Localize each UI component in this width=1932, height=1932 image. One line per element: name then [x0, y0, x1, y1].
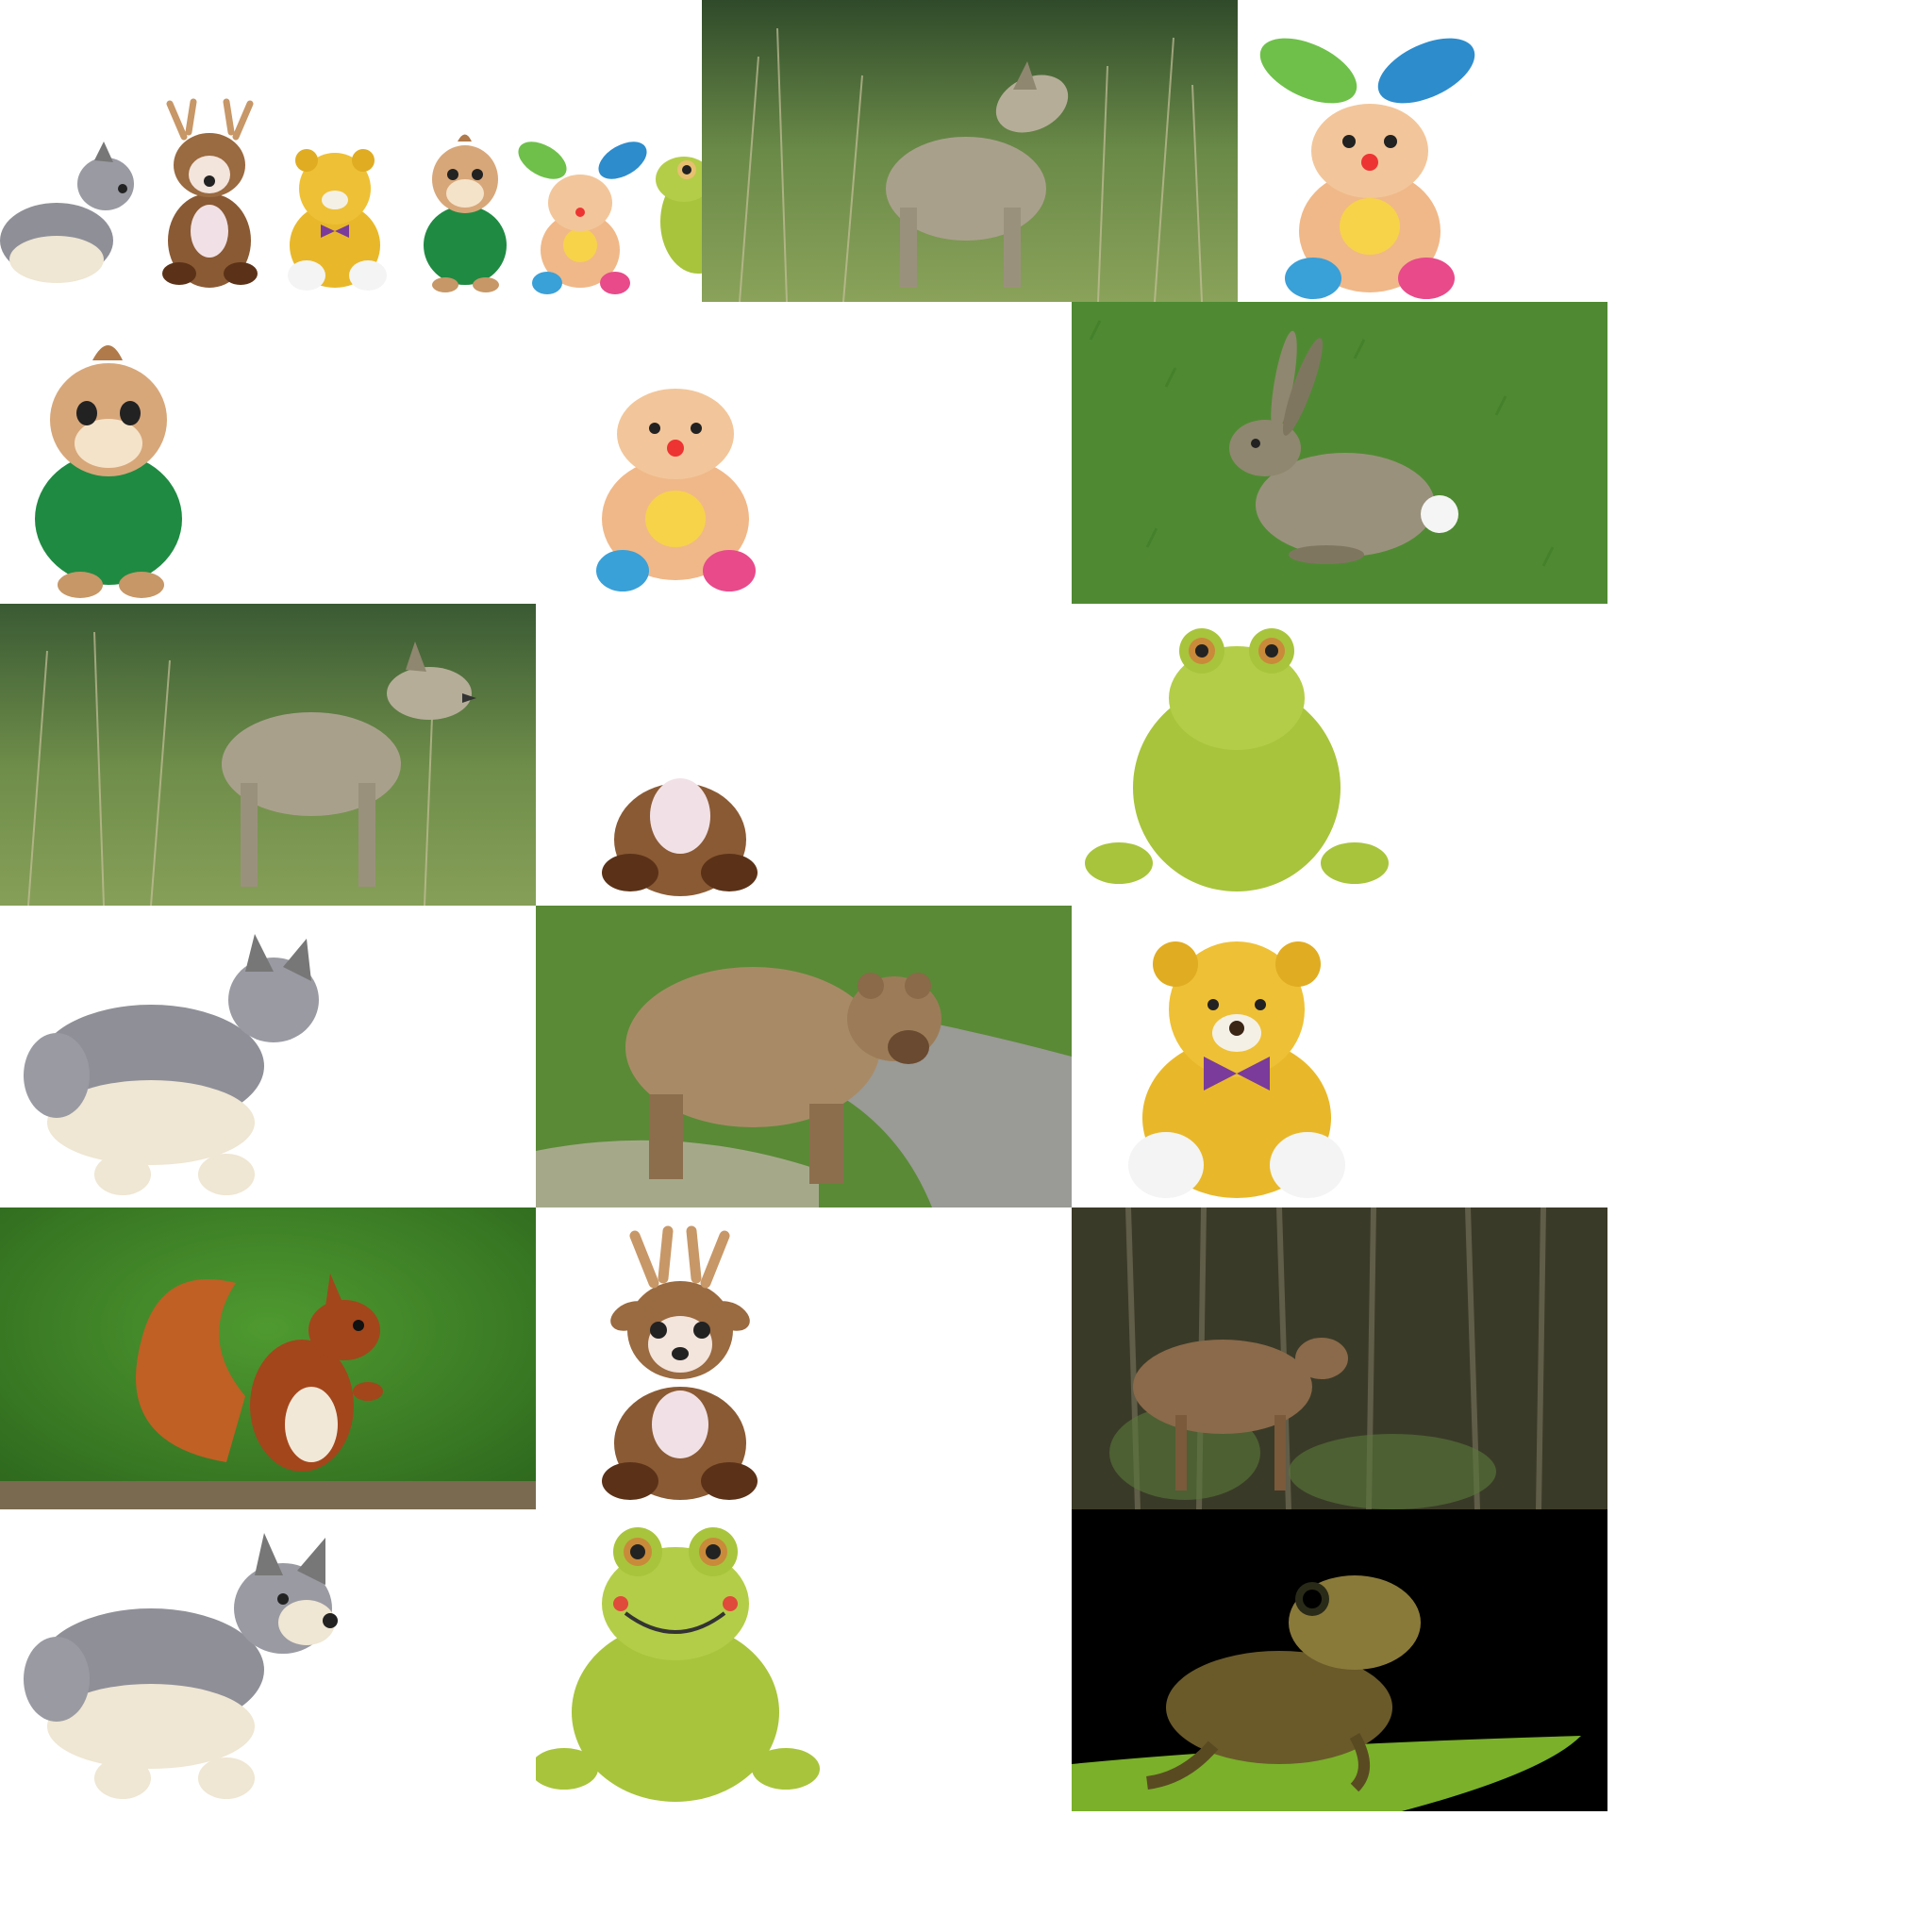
chipmunk-plush-image: [0, 302, 536, 604]
deer-in-forest-scene: [1072, 1208, 1607, 1509]
chipmunk-plush-illustration: [0, 302, 536, 604]
wolf-plush-image: [0, 1509, 536, 1811]
frog-plush-illustration: [536, 1509, 1072, 1811]
frog-plush-no-mouth-image: [1072, 604, 1607, 906]
wolf-plush-no-face-illustration: [0, 906, 536, 1208]
frog-plush-image: [536, 1509, 1072, 1811]
plush-lineup-illustration: [0, 0, 702, 302]
brown-bear-photo: [536, 906, 1072, 1208]
frog-plush-no-mouth-illustration: [1072, 604, 1607, 906]
wolf-howling-photo: [702, 0, 1238, 302]
deer-plush-body-illustration: [536, 604, 1072, 906]
bunny-plush-illustration: [1238, 0, 1506, 302]
wolf-plush-illustration: [0, 1509, 536, 1811]
hare-scene: [1072, 302, 1607, 604]
hare-photo: [1072, 302, 1607, 604]
wolf-standing-scene: [0, 604, 536, 906]
bunny-plush-no-ears-illustration: [536, 302, 1072, 604]
deer-in-forest-photo: [1072, 1208, 1607, 1509]
teddy-bear-plush-illustration: [1072, 906, 1607, 1208]
deer-plush-image: [536, 1208, 1072, 1509]
wolf-howling-scene: [702, 0, 1238, 302]
bunny-plush-no-ears-image: [536, 302, 1072, 604]
brown-bear-scene: [536, 906, 1072, 1208]
wolf-standing-photo: [0, 604, 536, 906]
plush-lineup-image: [0, 0, 702, 302]
bunny-plush-image: [1238, 0, 1506, 302]
teddy-bear-plush-image: [1072, 906, 1607, 1208]
red-squirrel-scene: [0, 1208, 536, 1509]
deer-plush-illustration: [536, 1208, 1072, 1509]
red-squirrel-photo: [0, 1208, 536, 1509]
frog-scene: [1072, 1509, 1607, 1811]
wolf-plush-no-face-image: [0, 906, 536, 1208]
frog-photo: [1072, 1509, 1607, 1811]
deer-plush-body-image: [536, 604, 1072, 906]
